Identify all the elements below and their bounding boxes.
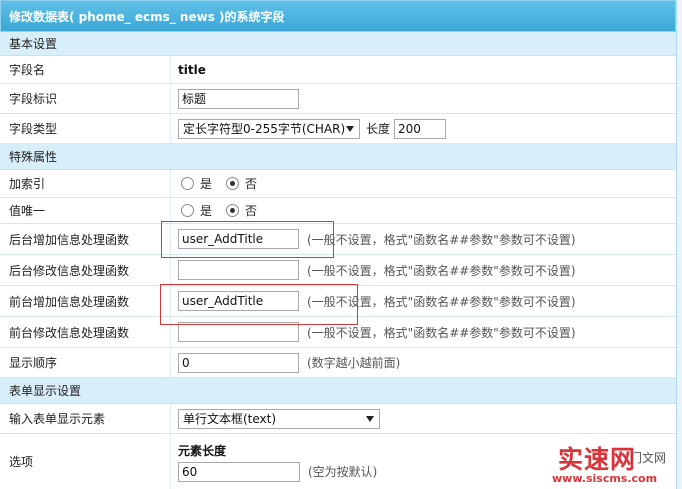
front-edit-fn-label: 前台修改信息处理函数 bbox=[9, 325, 130, 340]
index-no-label: 否 bbox=[245, 177, 258, 191]
row-input-element: 输入表单显示元素 单行文本框(text) bbox=[0, 404, 676, 434]
element-length-title: 元素长度 bbox=[178, 443, 227, 458]
form-panel: 修改数据表( phome_ ecms_ news )的系统字段 基本设置 字段名… bbox=[0, 0, 682, 489]
admin-edit-fn-hint: (一般不设置，格式"函数名##参数"参数可不设置) bbox=[307, 263, 576, 278]
admin-edit-fn-label: 后台修改信息处理函数 bbox=[9, 263, 130, 278]
field-type-label: 字段类型 bbox=[9, 122, 58, 136]
field-type-selected: 定长字符型0-255字节(CHAR) bbox=[183, 122, 346, 136]
section-basic-label: 基本设置 bbox=[9, 37, 58, 51]
input-element-selected: 单行文本框(text) bbox=[183, 412, 277, 426]
section-special-label: 特殊属性 bbox=[9, 150, 58, 164]
field-tag-input[interactable] bbox=[178, 88, 299, 109]
watermark-logo: 实速网 门文网 www.siscms.com bbox=[552, 440, 676, 489]
index-label: 加索引 bbox=[9, 177, 46, 191]
field-type-select[interactable]: 定长字符型0-255字节(CHAR) bbox=[178, 118, 360, 139]
input-element-label: 输入表单显示元素 bbox=[9, 412, 106, 426]
field-name-value: title bbox=[178, 62, 206, 77]
chevron-down-icon bbox=[366, 415, 374, 422]
unique-no-radio[interactable] bbox=[226, 204, 240, 217]
watermark-side-text: 门文网 bbox=[630, 451, 667, 465]
row-admin-edit-fn: 后台修改信息处理函数 (一般不设置，格式"函数名##参数"参数可不设置) bbox=[0, 255, 676, 286]
scrollbar-edge bbox=[676, 0, 682, 489]
row-field-type: 字段类型 定长字符型0-255字节(CHAR) 长度 bbox=[0, 114, 676, 144]
admin-add-fn-label: 后台增加信息处理函数 bbox=[9, 232, 130, 247]
chevron-down-icon bbox=[346, 125, 354, 132]
index-yes-radio[interactable] bbox=[181, 177, 194, 190]
admin-add-fn-hint: (一般不设置，格式"函数名##参数"参数可不设置) bbox=[307, 232, 576, 247]
front-edit-fn-input[interactable] bbox=[178, 322, 299, 342]
watermark-url: www.siscms.com bbox=[552, 472, 658, 485]
index-no-radio[interactable] bbox=[226, 177, 240, 190]
unique-yes-radio[interactable] bbox=[181, 204, 194, 217]
highlight-box-front-add bbox=[160, 284, 358, 325]
element-length-input[interactable] bbox=[178, 461, 300, 482]
input-element-select[interactable]: 单行文本框(text) bbox=[178, 408, 380, 429]
row-field-tag: 字段标识 bbox=[0, 84, 676, 114]
section-form: 表单显示设置 bbox=[0, 378, 676, 404]
length-input[interactable] bbox=[394, 118, 447, 139]
index-yes-label: 是 bbox=[200, 177, 213, 191]
field-tag-label: 字段标识 bbox=[9, 92, 58, 106]
panel-title: 修改数据表( phome_ ecms_ news )的系统字段 bbox=[0, 0, 676, 32]
row-order: 显示顺序 (数字越小越前面) bbox=[0, 348, 676, 378]
row-admin-add-fn: 后台增加信息处理函数 (一般不设置，格式"函数名##参数"参数可不设置) bbox=[0, 224, 676, 255]
row-unique: 值唯一 是 否 bbox=[0, 198, 676, 224]
field-name-label: 字段名 bbox=[9, 63, 46, 77]
length-label: 长度 bbox=[366, 122, 391, 136]
unique-yes-label: 是 bbox=[200, 204, 213, 218]
section-form-label: 表单显示设置 bbox=[9, 384, 82, 398]
element-length-hint: (空为按默认) bbox=[308, 465, 378, 479]
admin-edit-fn-input[interactable] bbox=[178, 260, 299, 280]
order-label: 显示顺序 bbox=[9, 356, 58, 370]
unique-no-label: 否 bbox=[245, 204, 258, 218]
row-index: 加索引 是 否 bbox=[0, 170, 676, 198]
order-input[interactable] bbox=[178, 352, 299, 373]
section-basic: 基本设置 bbox=[0, 32, 676, 56]
front-add-fn-label: 前台增加信息处理函数 bbox=[9, 294, 130, 309]
options-label: 选项 bbox=[9, 455, 34, 469]
unique-label: 值唯一 bbox=[9, 204, 46, 218]
highlight-box-admin-add bbox=[161, 221, 334, 258]
row-field-name: 字段名 title bbox=[0, 56, 676, 84]
front-edit-fn-hint: (一般不设置，格式"函数名##参数"参数可不设置) bbox=[307, 325, 576, 340]
order-hint: (数字越小越前面) bbox=[307, 356, 401, 370]
section-special: 特殊属性 bbox=[0, 144, 676, 170]
watermark-main-text: 实速网 bbox=[558, 445, 637, 474]
